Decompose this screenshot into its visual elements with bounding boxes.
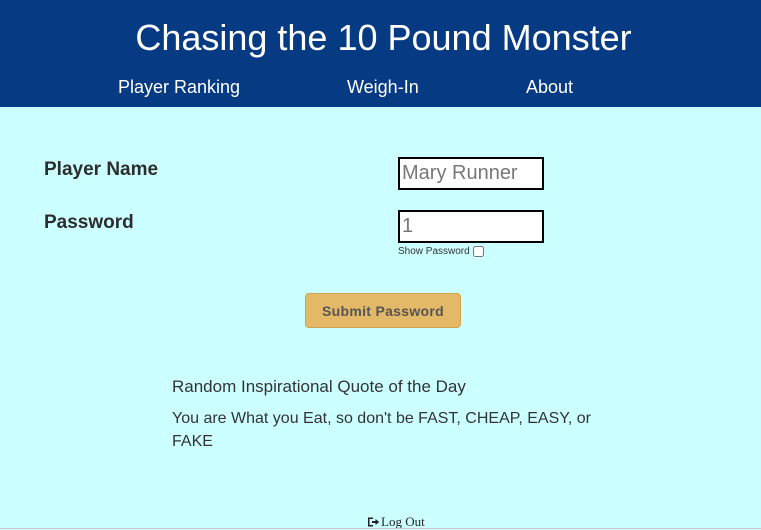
password-input[interactable]: [398, 210, 544, 243]
player-name-label: Player Name: [44, 159, 159, 180]
player-name-input[interactable]: [398, 157, 544, 190]
nav-about[interactable]: About: [526, 76, 573, 98]
quote-text: You are What you Eat, so don't be FAST, …: [172, 410, 591, 450]
show-password-label: Show Password: [398, 246, 470, 257]
nav-weigh-in[interactable]: Weigh-In: [347, 76, 419, 98]
sign-out-icon: [368, 517, 380, 527]
site-title: Chasing the 10 Pound Monster: [135, 17, 632, 58]
quote-heading: Random Inspirational Quote of the Day: [172, 377, 466, 396]
site-header: Chasing the 10 Pound Monster Player Rank…: [0, 0, 761, 107]
show-password-checkbox[interactable]: [472, 246, 484, 257]
nav-player-ranking[interactable]: Player Ranking: [118, 76, 240, 98]
submit-password-button[interactable]: Submit Password: [305, 293, 461, 328]
password-label: Password: [44, 212, 134, 233]
show-password-toggle[interactable]: Show Password: [398, 246, 484, 257]
